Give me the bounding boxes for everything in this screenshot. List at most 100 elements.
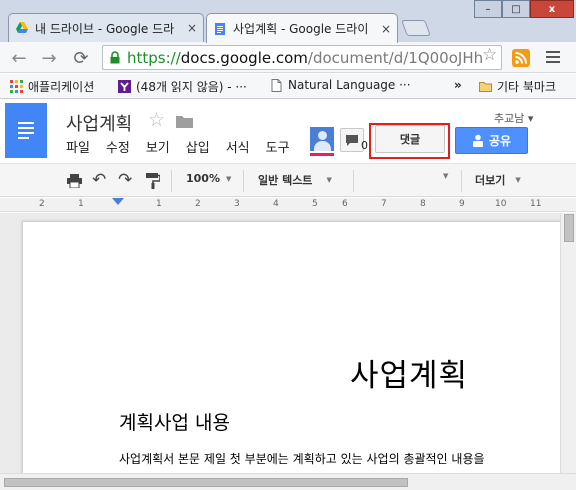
bookmark-other-folder[interactable]: 기타 북마크 [479, 78, 556, 95]
back-icon[interactable]: ← [8, 47, 30, 69]
document-canvas: 사업계획 계획사업 내용 사업계획서 본문 제일 첫 부분에는 계획하고 있는 … [0, 213, 560, 473]
vertical-scrollbar[interactable] [560, 213, 576, 473]
ruler-number: 10 [495, 199, 507, 209]
ruler-number: 11 [530, 199, 542, 209]
document-paragraph: 사업계획서 본문 제일 첫 부분에는 계획하고 있는 사업의 총괄적인 내용을 [119, 452, 485, 466]
folder-icon[interactable] [176, 115, 193, 128]
reload-icon[interactable]: ⟳ [70, 47, 92, 69]
rss-icon[interactable] [512, 49, 530, 67]
collaborator-color-bar [310, 153, 334, 156]
bookmark-label: 애플리케이션 [28, 80, 95, 94]
tab-close-button[interactable]: × [187, 21, 197, 35]
chevron-down-icon: ▼ [443, 172, 449, 180]
scrollbar-thumb[interactable] [4, 478, 408, 487]
format-toolbar: ↶ ↷ 100% ▼ 일반 텍스트 ▼ ▼ 더보기 ▼ [0, 163, 576, 197]
toolbar-separator [353, 170, 354, 192]
redo-icon[interactable]: ↷ [118, 170, 132, 190]
star-icon[interactable]: ☆ [148, 109, 165, 131]
tab-close-button[interactable]: × [381, 22, 391, 36]
tab-title: 내 드라이브 - Google 드라 [35, 21, 175, 36]
tab-business-plan[interactable]: 사업계획 - Google 드라이 × [206, 13, 398, 43]
undo-icon[interactable]: ↶ [92, 170, 106, 190]
bookmark-natural-language[interactable]: Natural Language ··· [270, 78, 411, 92]
document-title[interactable]: 사업계획 [66, 110, 132, 136]
comments-highlight-box [369, 123, 450, 159]
bookmark-star-icon[interactable]: ☆ [482, 45, 497, 65]
address-bar[interactable]: https://docs.google.com/document/d/1Q00o… [102, 45, 502, 70]
more-label: 더보기 [475, 174, 506, 187]
ruler-number: 3 [234, 199, 240, 209]
chevron-down-icon: ▼ [326, 176, 332, 184]
menu-file[interactable]: 파일 [66, 137, 90, 156]
bookmarks-overflow-button[interactable]: » [454, 78, 462, 92]
toolbar-separator [243, 170, 244, 192]
chat-count: 0 [361, 139, 368, 152]
url-scheme: https:// [127, 48, 181, 67]
folder-icon [479, 82, 492, 92]
more-button[interactable]: 더보기 ▼ [475, 172, 521, 188]
docs-header: 사업계획 ☆ 파일 수정 보기 삽입 서식 도구 0 댓글 추교남 ▾ 공유 [0, 100, 576, 162]
user-account[interactable]: 추교남 ▾ [494, 110, 533, 126]
menu-tools[interactable]: 도구 [266, 137, 290, 156]
bookmark-label: Natural Language ··· [288, 78, 411, 92]
tab-title: 사업계획 - Google 드라이 [233, 22, 369, 36]
maximize-button[interactable]: □ [502, 0, 530, 18]
yahoo-icon [118, 80, 131, 93]
lock-icon [110, 51, 120, 64]
menu-edit[interactable]: 수정 [106, 137, 130, 156]
minimize-button[interactable]: – [474, 0, 502, 18]
bookmarks-bar: 애플리케이션 (48개 읽지 않음) - ··· Natural Languag… [0, 74, 576, 99]
print-icon[interactable] [67, 174, 82, 188]
scrollbar-thumb[interactable] [564, 214, 574, 242]
share-button[interactable]: 공유 [455, 127, 528, 154]
document-heading-1: 계획사업 내용 [119, 412, 230, 434]
ruler-number: 5 [312, 199, 318, 209]
menu-view[interactable]: 보기 [146, 137, 170, 156]
zoom-select[interactable]: 100% ▼ [186, 172, 231, 185]
docs-home-icon[interactable] [5, 103, 47, 158]
menu-format[interactable]: 서식 [226, 137, 250, 156]
ruler-number: 1 [78, 199, 84, 209]
horizontal-scrollbar[interactable] [0, 473, 576, 490]
ruler-number: 7 [381, 199, 387, 209]
bookmark-apps[interactable]: 애플리케이션 [10, 78, 94, 95]
bookmark-label: 기타 북마크 [497, 80, 557, 94]
ruler: 2 1 1 2 3 4 5 6 7 8 9 10 11 [0, 198, 576, 212]
paint-format-icon[interactable] [146, 173, 160, 189]
url-host: docs.google.com [180, 48, 308, 67]
share-label: 공유 [488, 134, 512, 148]
browser-titlebar: 내 드라이브 - Google 드라 × 사업계획 - Google 드라이 ×… [0, 0, 576, 43]
drive-icon [16, 22, 28, 33]
bookmark-yahoo-mail[interactable]: (48개 읽지 않음) - ··· [118, 78, 247, 95]
toolbar-separator [461, 170, 462, 192]
indent-marker[interactable] [112, 198, 124, 205]
chevron-down-icon: ▼ [515, 176, 521, 184]
ruler-number: 2 [39, 199, 45, 209]
browser-toolbar: ← → ⟳ https://docs.google.com/document/d… [0, 42, 576, 73]
ruler-number: 4 [273, 199, 279, 209]
lock-person-icon [472, 134, 483, 147]
ruler-number: 6 [342, 199, 348, 209]
docs-icon [215, 22, 225, 35]
ruler-number: 9 [459, 199, 465, 209]
paragraph-style-select[interactable]: 일반 텍스트 ▼ [258, 172, 332, 188]
chevron-down-icon: ▼ [225, 174, 232, 183]
paragraph-style-value: 일반 텍스트 [258, 174, 313, 187]
new-tab-button[interactable] [401, 20, 431, 36]
ruler-number: 8 [420, 199, 426, 209]
page-icon [271, 78, 282, 92]
zoom-value: 100% [186, 172, 220, 185]
window-close-button[interactable]: x [530, 0, 574, 18]
document-page[interactable]: 사업계획 계획사업 내용 사업계획서 본문 제일 첫 부분에는 계획하고 있는 … [22, 221, 560, 473]
avatar [310, 127, 334, 151]
font-size-select[interactable]: ▼ [443, 172, 448, 180]
tab-my-drive[interactable]: 내 드라이브 - Google 드라 × [8, 13, 204, 42]
forward-icon[interactable]: → [38, 47, 60, 69]
collaborator-avatar[interactable] [310, 127, 334, 156]
toolbar-separator [171, 170, 172, 192]
menu-bar: 파일 수정 보기 삽입 서식 도구 [66, 137, 306, 156]
url-path: /document/d/1Q00oJHh [307, 48, 484, 67]
menu-insert[interactable]: 삽입 [186, 137, 210, 156]
bookmark-label: (48개 읽지 않음) - ··· [136, 80, 247, 94]
chrome-menu-icon[interactable] [546, 51, 560, 63]
